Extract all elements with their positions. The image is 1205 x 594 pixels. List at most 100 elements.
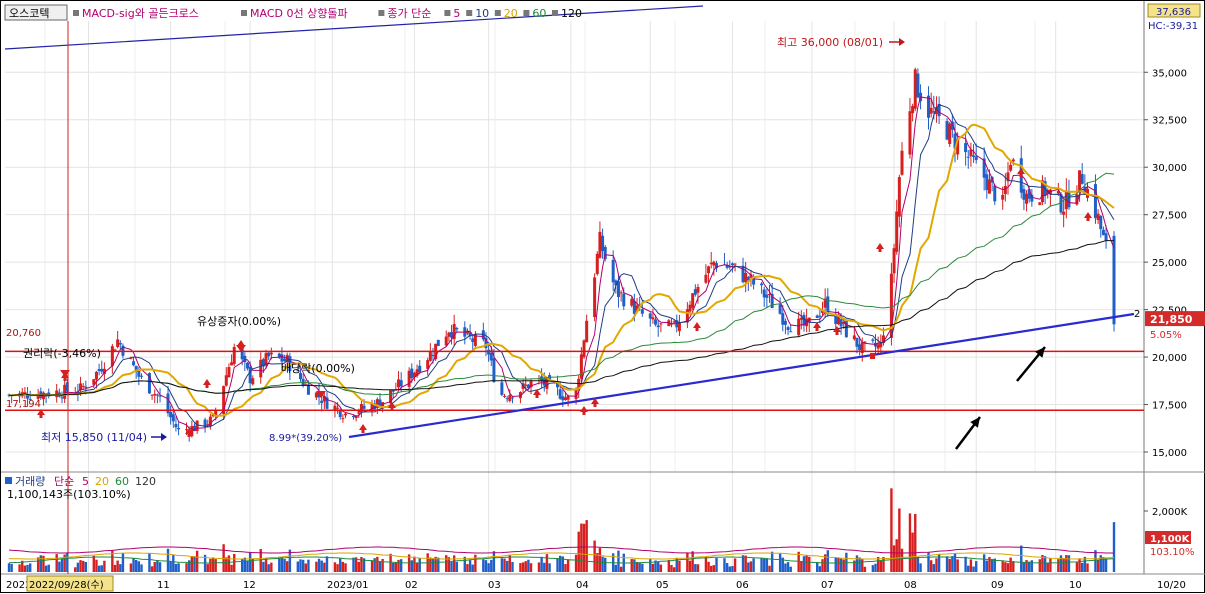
volume-bar xyxy=(344,563,347,572)
candle-body xyxy=(964,143,968,153)
volume-bar xyxy=(317,558,321,572)
volume-bar xyxy=(81,560,85,572)
candle-body xyxy=(510,397,514,399)
volume-bar xyxy=(540,556,543,572)
volume-bar xyxy=(270,562,273,572)
volume-bar xyxy=(336,564,339,572)
volume-bar xyxy=(725,563,729,572)
candle-body xyxy=(1011,159,1015,162)
volume-bar xyxy=(482,559,485,572)
candle-body xyxy=(97,369,101,372)
volume-bar xyxy=(431,558,435,572)
volume-bar xyxy=(741,555,745,572)
signal-up-arrow-stem xyxy=(878,248,882,252)
volume-bar xyxy=(770,551,774,572)
volume-bar xyxy=(617,550,620,572)
candle-body xyxy=(892,248,896,274)
volume-bar xyxy=(119,564,122,572)
volume-bar xyxy=(768,565,771,572)
y-tick-label: 32,500 xyxy=(1152,116,1187,127)
signal-square xyxy=(870,353,875,359)
candle-body xyxy=(314,392,318,398)
volume-bar xyxy=(990,559,994,572)
volume-legend-swatch xyxy=(5,477,12,484)
candle-body xyxy=(171,414,175,422)
volume-bar xyxy=(619,566,623,572)
volume-bar xyxy=(826,550,830,572)
volume-bar xyxy=(500,558,504,572)
volume-bar xyxy=(614,564,618,572)
volume-bar xyxy=(113,564,117,572)
candle-body xyxy=(1101,229,1105,236)
volume-bar xyxy=(712,565,716,572)
volume-bar xyxy=(731,565,734,572)
candle-body xyxy=(789,331,793,333)
indicator-label: MACD-sig와 골든크로스 xyxy=(82,7,199,20)
left-level-2: 17,194 xyxy=(6,399,41,410)
volume-bar xyxy=(816,562,819,572)
indicator-swatch xyxy=(466,10,473,16)
volume-bar xyxy=(985,560,989,572)
volume-bar xyxy=(307,559,310,572)
candle-body xyxy=(139,375,143,377)
volume-bar xyxy=(596,553,599,572)
candle-body xyxy=(595,253,599,275)
volume-bar xyxy=(760,557,763,572)
volume-bar xyxy=(818,566,822,572)
volume-bar xyxy=(1004,562,1007,572)
candle-body xyxy=(492,358,496,382)
candle-body xyxy=(712,261,716,266)
candle-body xyxy=(916,73,920,98)
candle-body xyxy=(153,393,157,396)
volume-bar xyxy=(511,561,514,572)
candle-body xyxy=(630,299,634,306)
candle-body xyxy=(993,185,997,202)
candle-body xyxy=(245,362,249,369)
candle-body xyxy=(839,319,843,327)
volume-bar xyxy=(1067,555,1071,572)
signal-up-arrow-stem xyxy=(593,403,597,407)
volume-bar xyxy=(209,558,212,572)
volume-bar xyxy=(468,560,472,572)
y-tick-label: 30,000 xyxy=(1152,163,1187,174)
candle-body xyxy=(948,123,952,144)
volume-bar xyxy=(524,561,527,572)
volume-bar xyxy=(1112,522,1116,572)
candle-body xyxy=(927,95,931,118)
volume-bar xyxy=(373,558,376,572)
volume-bar xyxy=(914,513,917,572)
volume-bar xyxy=(341,561,345,572)
candle-body xyxy=(945,121,949,140)
volume-bar xyxy=(100,565,103,572)
volume-bar xyxy=(339,558,342,572)
volume-bar xyxy=(574,554,578,572)
candle-body xyxy=(1080,174,1084,184)
candle-body xyxy=(656,325,660,328)
candle-body xyxy=(911,105,915,114)
volume-bar xyxy=(582,523,586,572)
indicator-label: MACD 0선 상향돌파 xyxy=(250,7,348,20)
volume-bar xyxy=(1062,558,1065,572)
candle-body xyxy=(118,342,122,345)
volume-bar xyxy=(1020,545,1023,572)
volume-bar xyxy=(1025,560,1028,572)
volume-bar xyxy=(704,556,708,572)
volume-bar xyxy=(635,562,639,572)
candle-body xyxy=(974,156,978,161)
volume-bar xyxy=(129,563,133,572)
volume-bar xyxy=(808,556,811,572)
volume-bar xyxy=(723,558,726,572)
volume-bar xyxy=(505,560,509,572)
volume-bar xyxy=(1030,560,1034,572)
volume-bar xyxy=(97,565,101,572)
stock-chart[interactable]: 15,00017,50020,00022,50025,00027,50030,0… xyxy=(1,1,1205,594)
volume-bar xyxy=(879,561,883,572)
volume-bar xyxy=(352,557,355,572)
candle-body xyxy=(929,107,933,114)
candle-body xyxy=(855,337,859,347)
volume-bar xyxy=(466,564,469,572)
volume-bar xyxy=(190,556,194,572)
candle-body xyxy=(987,179,991,194)
volume-bar xyxy=(1075,562,1079,572)
rights-offering-label: 유상증자(0.00%) xyxy=(197,315,281,328)
